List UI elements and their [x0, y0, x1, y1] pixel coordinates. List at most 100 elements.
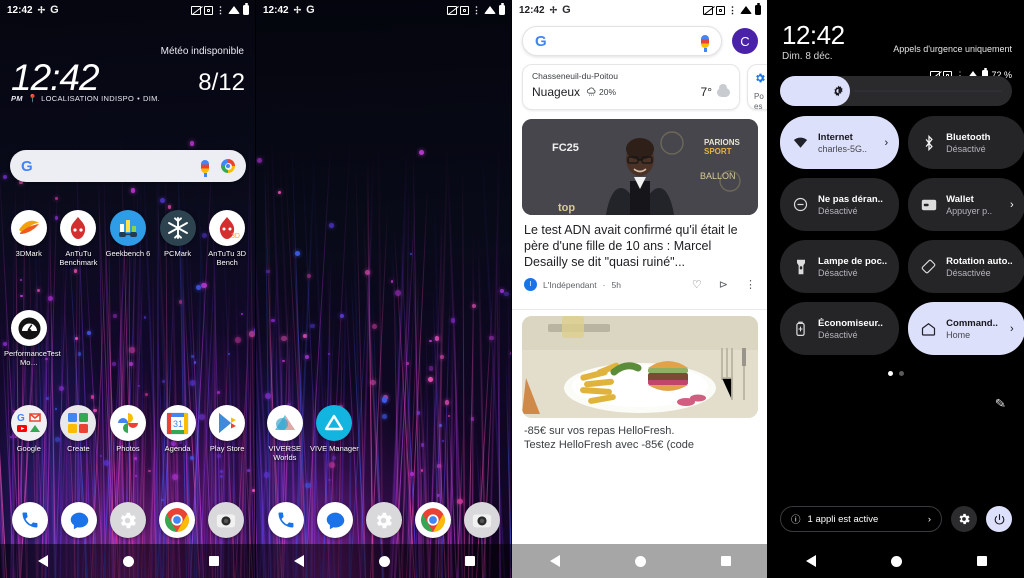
dock-item-phone[interactable] [6, 502, 55, 538]
share-icon[interactable]: ⊳ [719, 278, 728, 291]
app-viverse-worlds[interactable]: VIVERSE Worlds [260, 405, 310, 462]
screenshot-icon [460, 5, 469, 15]
dock-item-settings[interactable] [360, 502, 409, 538]
app-antutu-benchmark[interactable]: AnTuTu Benchmark [54, 210, 104, 267]
weather-card[interactable]: Chasseneuil-du-Poitou Nuageux 20% 7° [522, 64, 740, 110]
article-image[interactable]: FC25 PARIONS SPORT BALLON top [522, 119, 758, 215]
meta-dot: · [602, 279, 606, 290]
microphone-icon[interactable] [701, 34, 709, 52]
panel-divider [511, 0, 512, 578]
nav-home-button[interactable] [634, 555, 646, 567]
nav-recents-button[interactable] [976, 556, 987, 566]
app-pcmark[interactable]: PCMark [153, 210, 203, 267]
chevron-right-icon[interactable]: › [1010, 323, 1014, 335]
app-3dmark[interactable]: 3DMark [4, 210, 54, 267]
weather-precipitation: 20% [586, 87, 616, 98]
secondary-card[interactable]: Po es [747, 64, 768, 111]
search-input[interactable]: G [522, 26, 722, 56]
nav-home-button[interactable] [378, 555, 390, 567]
nav-back-button[interactable] [37, 555, 48, 567]
qs-tile-battery-saver[interactable]: Économiseur.. Désactivé [780, 302, 900, 356]
nav-recents-button[interactable] [464, 556, 475, 566]
vibrate-off-icon [191, 5, 201, 15]
folder-google[interactable]: G Google [4, 405, 54, 454]
qs-tile-bluetooth[interactable]: Bluetooth Désactivé [908, 116, 1024, 170]
app-antutu-3d-bench[interactable]: 3D AnTuTu 3D Bench [202, 210, 252, 267]
clock-widget[interactable]: 12:42 8/12 [0, 59, 256, 96]
weather-temperature: 7° [700, 85, 712, 99]
settings-button[interactable] [951, 506, 977, 532]
wifi-icon [484, 6, 496, 14]
tile-subtitle: charles-5G.. [818, 143, 868, 154]
side-card-line1: Po [754, 92, 764, 101]
qs-tile-auto-rotate[interactable]: Rotation auto.. Désactivée [908, 240, 1024, 294]
vibrate-off-icon [447, 5, 457, 15]
pinwheel-icon: ✢ [37, 4, 46, 15]
qs-tile-wallet[interactable]: Wallet Appuyer p.. › [908, 178, 1024, 232]
dock-item-messages[interactable] [311, 502, 360, 538]
dock-item-chrome[interactable] [152, 502, 201, 538]
heart-icon[interactable]: ♡ [692, 278, 702, 291]
app-slot-empty [203, 310, 253, 367]
dock-item-settings[interactable] [104, 502, 153, 538]
tile-subtitle: Home [946, 329, 971, 340]
nav-back-button[interactable] [805, 555, 816, 567]
svg-text:SPORT: SPORT [704, 147, 732, 156]
microphone-icon[interactable] [201, 159, 209, 177]
google-lens-icon[interactable] [221, 159, 235, 173]
dock-item-chrome[interactable] [408, 502, 457, 538]
qs-tile-flashlight[interactable]: Lampe de poc.. Désactivé [780, 240, 900, 294]
qs-tile-do-not-disturb[interactable]: Ne pas déran.. Désactivé [780, 178, 900, 232]
app-agenda[interactable]: 31 Agenda [153, 405, 203, 454]
app-vive-manager[interactable]: VIVE Manager [310, 405, 360, 462]
qs-tile-internet[interactable]: Internet charles-5G.. › [780, 116, 900, 170]
app-photos[interactable]: Photos [103, 405, 153, 454]
nav-recents-button[interactable] [208, 556, 219, 566]
chevron-right-icon[interactable]: › [928, 514, 931, 525]
chevron-right-icon[interactable]: › [884, 137, 888, 149]
brightness-track [854, 90, 1002, 93]
dock-item-camera[interactable] [457, 502, 506, 538]
app-row-2: PerformanceTest Mo… [0, 310, 256, 367]
app-geekbench-6[interactable]: Geekbench 6 [103, 210, 153, 267]
app-play-store[interactable]: Play Store [202, 405, 252, 454]
viverse-icon [266, 405, 303, 441]
active-apps-chip[interactable]: ⓘ 1 appli est active › [780, 506, 942, 532]
tile-subtitle: Désactivé [818, 205, 858, 216]
power-button[interactable] [986, 506, 1012, 532]
qs-tile-home-controls[interactable]: Command.. Home › [908, 302, 1024, 356]
ad-text[interactable]: -85€ sur vos repas HelloFresh. Testez He… [512, 418, 768, 453]
rain-icon [586, 87, 596, 96]
app-label: Agenda [164, 444, 191, 453]
dock-item-camera[interactable] [201, 502, 250, 538]
status-bar: 12:42 ✢ G ⋮ [256, 0, 512, 20]
dock-2 [256, 502, 512, 538]
svg-text:3D: 3D [231, 233, 240, 240]
avatar[interactable]: C [732, 28, 758, 54]
nav-home-button[interactable] [890, 555, 902, 567]
folder-create[interactable]: Create [54, 405, 104, 454]
nav-recents-button[interactable] [720, 556, 731, 566]
google-search-bar[interactable]: G [10, 150, 246, 182]
dock-item-messages[interactable] [55, 502, 104, 538]
app-label: VIVE Manager [310, 444, 359, 453]
nav-home-button[interactable] [122, 555, 134, 567]
chevron-right-icon[interactable]: › [1010, 199, 1014, 211]
article-title[interactable]: Le test ADN avait confirmé qu'il était l… [512, 215, 768, 270]
app-label: AnTuTu 3D Bench [208, 249, 247, 267]
nav-back-button[interactable] [293, 555, 304, 567]
page-dot-active[interactable] [888, 371, 893, 377]
dock-item-phone[interactable] [262, 502, 311, 538]
source-avatar: I [524, 278, 537, 291]
page-dot[interactable] [899, 371, 904, 377]
nav-back-button[interactable] [549, 555, 560, 567]
geekbench-icon [109, 210, 146, 246]
pencil-icon[interactable]: ✎ [994, 395, 1007, 412]
more-vertical-icon[interactable]: ⋮ [745, 278, 756, 291]
tile-title: Bluetooth [946, 131, 991, 143]
ad-image[interactable] [522, 316, 758, 418]
status-time: 12:42 [7, 4, 33, 16]
google-g-icon: G [535, 32, 547, 50]
brightness-slider[interactable] [780, 76, 1012, 107]
app-performancetest-mobile[interactable]: PerformanceTest Mo… [4, 310, 61, 367]
